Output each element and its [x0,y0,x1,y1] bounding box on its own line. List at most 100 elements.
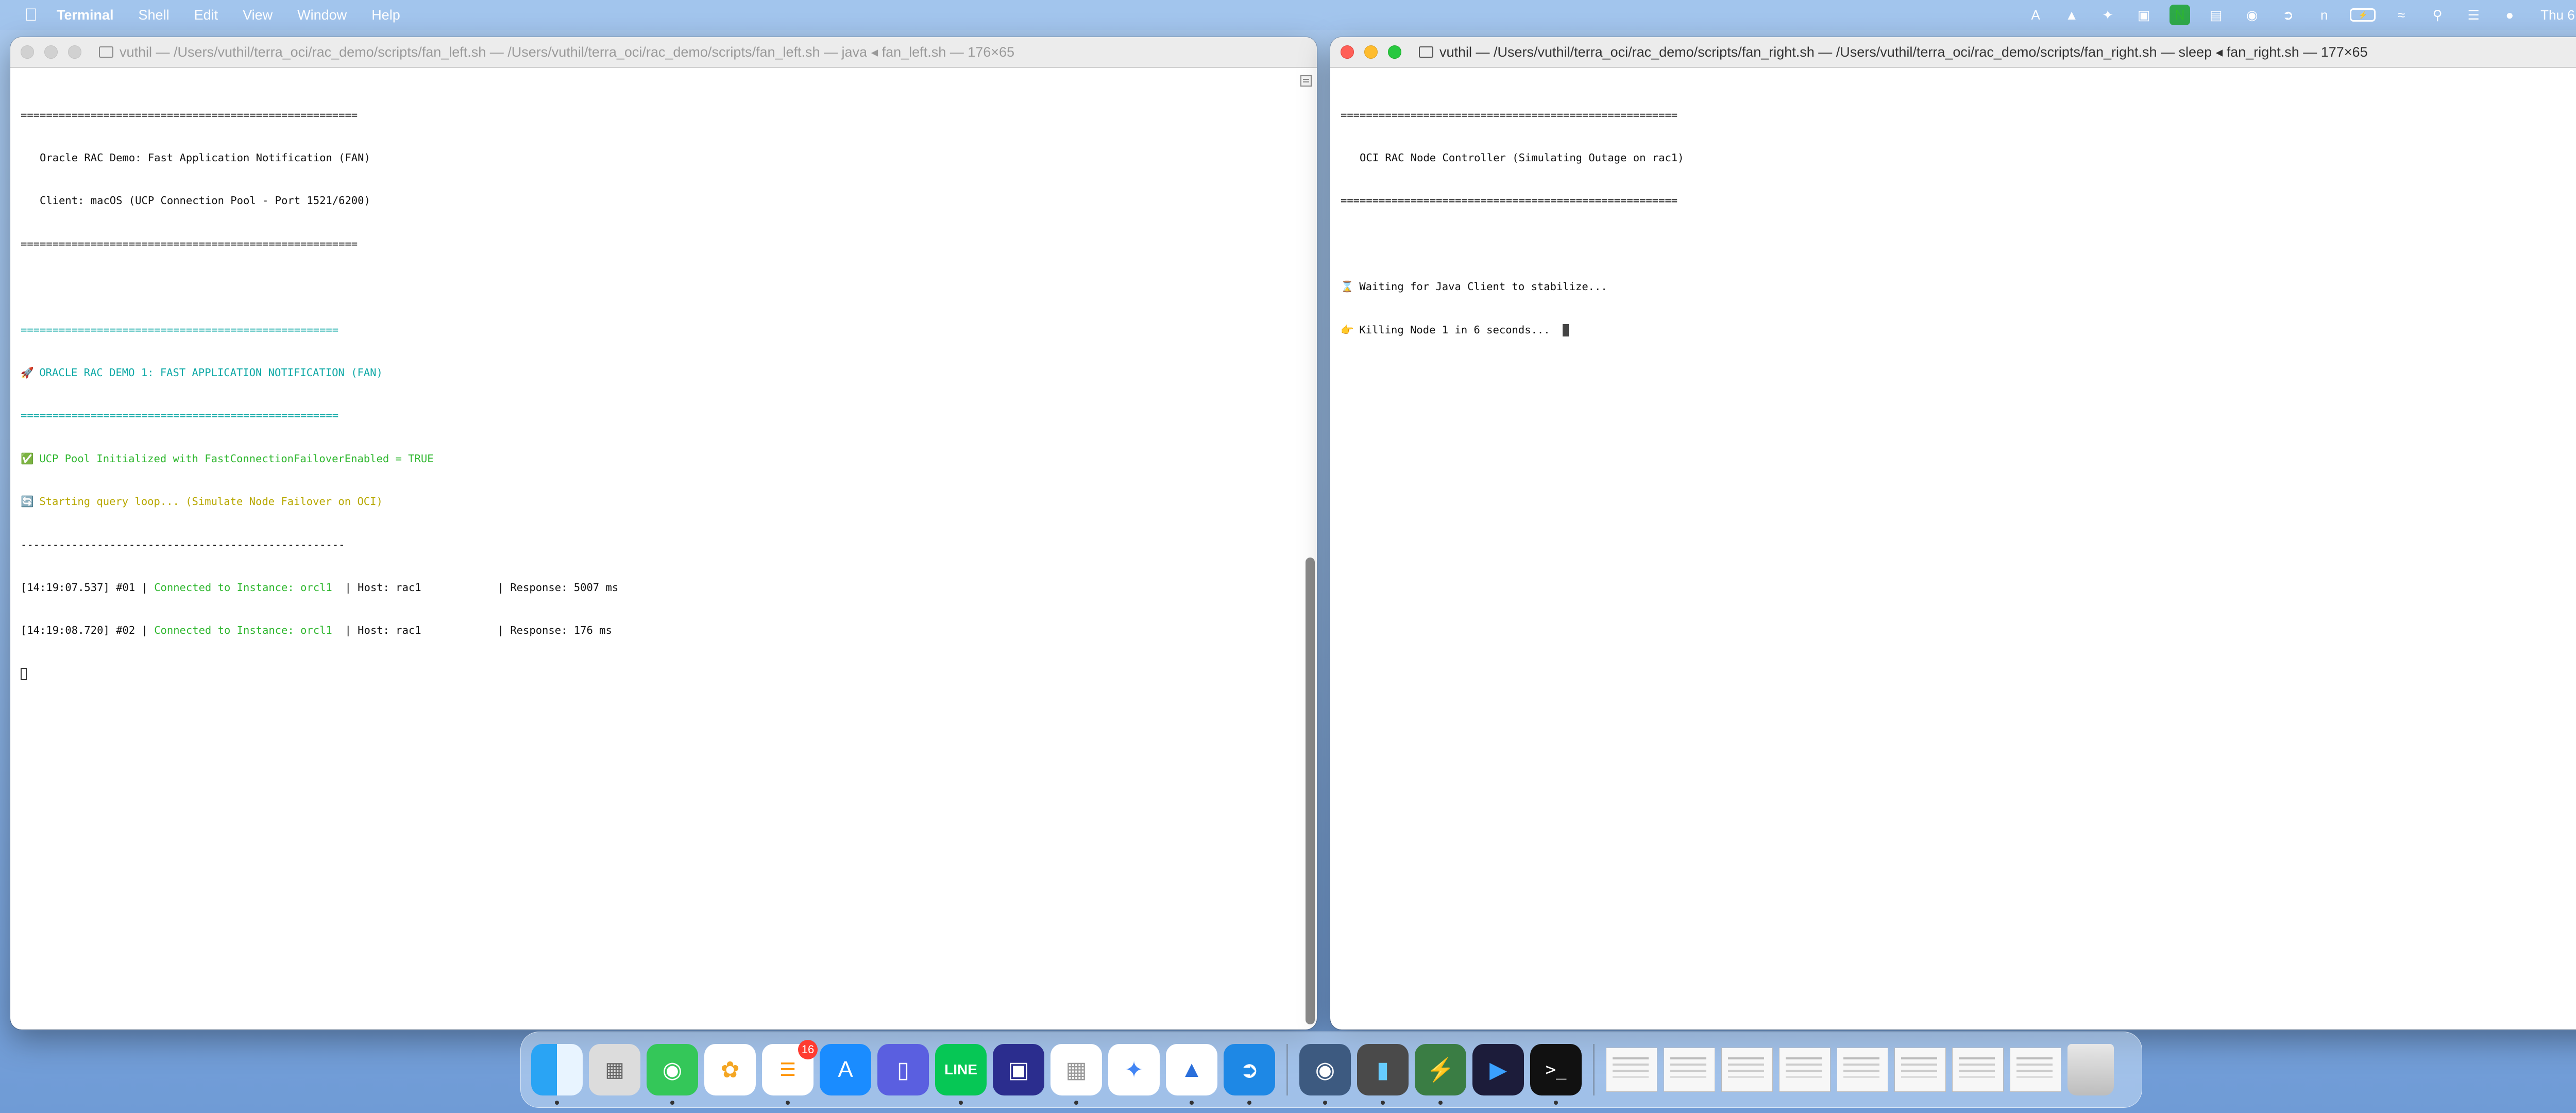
recent-document-thumbnail[interactable] [2010,1048,2061,1092]
window-controls [21,45,92,59]
drive-icon[interactable]: ▲ [2061,5,2082,25]
terminal-icon[interactable]: >_ [1530,1044,1582,1105]
output-line: ========================================… [21,237,358,250]
messages-icon[interactable]: ◉ [647,1044,698,1105]
running-indicator [1074,1101,1078,1105]
running-indicator [1247,1101,1251,1105]
log-prefix: [14:19:07.537] #01 | [21,581,155,594]
safari-icon[interactable]: ➲ [1224,1044,1275,1105]
search-icon[interactable]: ⚲ [2427,5,2448,25]
zoom-button[interactable] [68,45,81,59]
activity-monitor-icon[interactable]: ⚡ [1415,1044,1466,1105]
menubar-clock[interactable]: Thu 6 Aug 14:19 [2540,7,2576,23]
running-indicator [786,1101,790,1105]
check-mark-icon: ✅ [21,452,34,465]
app-n-icon[interactable]: N [2170,5,2191,25]
apple-icon[interactable]:  [21,5,41,25]
output-line: ✅ UCP Pool Initialized with FastConnecti… [21,452,1317,466]
wait-status: Waiting for Java Client to stabilize... [1359,280,1607,293]
output-line: ========================================… [21,323,339,336]
line-icon[interactable]: ◉ [2242,5,2262,25]
recent-document-thumbnail[interactable] [1721,1048,1773,1092]
siri-icon[interactable]: ● [2499,5,2520,25]
status-monitor-icon[interactable]: ▮ [1357,1044,1409,1105]
oracle-db-icon[interactable]: ◉ [1299,1044,1351,1105]
folder-icon [1419,46,1433,58]
rocket-icon: 🚀 [21,366,34,379]
battery-icon[interactable]: ⚡ [2350,8,2376,22]
trash-icon[interactable] [2067,1044,2114,1095]
media-app-icon[interactable]: ▶ [1472,1044,1524,1095]
text-input-icon[interactable]: A [2025,5,2046,25]
output-line: ========================================… [1341,194,1678,207]
window-titlebar[interactable]: vuthil — /Users/vuthil/terra_oci/rac_dem… [1330,37,2576,68]
sparkle-icon[interactable]: ✦ [2097,5,2118,25]
zoom-button[interactable] [1388,45,1401,59]
affinity-icon[interactable]: ▲ [1166,1044,1217,1105]
wifi-icon[interactable]: ≈ [2391,5,2412,25]
prompt-line [21,667,1317,681]
window-titlebar[interactable]: vuthil — /Users/vuthil/terra_oci/rac_dem… [10,37,1317,68]
menu-help[interactable]: Help [371,7,400,23]
minimize-button[interactable] [44,45,58,59]
terminal-window-right[interactable]: vuthil — /Users/vuthil/terra_oci/rac_dem… [1330,37,2576,1030]
output-line: [14:19:07.537] #01 | Connected to Instan… [21,581,1317,595]
minimize-button[interactable] [1364,45,1378,59]
pointing-hand-icon: 👉 [1341,323,1354,336]
control-center-icon[interactable]: ☰ [2463,5,2484,25]
recent-document-thumbnail[interactable] [1606,1048,1657,1092]
log-details: | Host: rac1 | Response: 5007 ms [332,581,619,594]
recent-document-thumbnail[interactable] [1894,1048,1946,1092]
terminal-output[interactable]: ========================================… [10,69,1317,1030]
close-button[interactable] [1341,45,1354,59]
output-line: 🚀 ORACLE RAC DEMO 1: FAST APPLICATION NO… [21,366,1317,380]
compass-icon[interactable]: ➲ [2278,5,2298,25]
menu-view[interactable]: View [243,7,273,23]
terminal-cursor [1563,324,1569,336]
split-pane-icon[interactable] [1300,75,1312,87]
running-indicator [1190,1101,1194,1105]
close-button[interactable] [21,45,34,59]
launchpad-icon[interactable]: ▦ [589,1044,640,1095]
recent-document-thumbnail[interactable] [1779,1048,1831,1092]
window-controls [1341,45,1412,59]
menu-shell[interactable]: Shell [139,7,170,23]
menu-bar:  Terminal Shell Edit View Window Help A… [0,0,2576,30]
dock-separator [1593,1044,1595,1095]
folder-icon [99,46,113,58]
recent-document-thumbnail[interactable] [1837,1048,1888,1092]
pool-status: UCP Pool Initialized with FastConnection… [39,452,434,465]
output-line: ========================================… [21,409,339,422]
output-line: 👉 Killing Node 1 in 6 seconds... [1341,323,2576,338]
output-line: Oracle RAC Demo: Fast Application Notifi… [21,151,370,164]
gemini-icon[interactable]: ✦ [1108,1044,1160,1095]
finder-icon[interactable] [531,1044,583,1105]
menu-edit[interactable]: Edit [194,7,218,23]
screen-share-icon[interactable]: ▣ [2133,5,2154,25]
screen-capture-icon[interactable]: ▣ [993,1044,1044,1095]
line-app-icon[interactable]: LINE [935,1044,987,1105]
running-indicator [1381,1101,1385,1105]
log-details: | Host: rac1 | Response: 176 ms [332,624,612,637]
app-store-icon[interactable]: A [820,1044,871,1095]
photos-icon[interactable]: ✿ [704,1044,756,1095]
app-n-outline-icon[interactable]: n [2314,5,2334,25]
terminal-window-left[interactable]: vuthil — /Users/vuthil/terra_oci/rac_dem… [10,37,1317,1030]
numbers-icon[interactable]: ▦ [1050,1044,1102,1105]
menu-app-terminal[interactable]: Terminal [57,7,114,23]
terminal-output[interactable]: ========================================… [1330,69,2576,1030]
menu-window[interactable]: Window [297,7,347,23]
log-prefix: [14:19:08.720] #02 | [21,624,155,637]
demo-heading: ORACLE RAC DEMO 1: FAST APPLICATION NOTI… [39,366,383,379]
status-area: A ▲ ✦ ▣ N ▤ ◉ ➲ n ⚡ ≈ ⚲ ☰ ● Thu 6 Aug 14… [2010,5,2576,25]
recent-document-thumbnail[interactable] [1664,1048,1715,1092]
reminders-icon[interactable]: ☰ 16 [762,1040,818,1105]
scrollbar[interactable] [1306,558,1315,1024]
output-line: ========================================… [1341,108,1678,121]
iphone-mirroring-icon[interactable]: ▯ [877,1044,929,1095]
running-indicator [959,1101,963,1105]
card-icon[interactable]: ▤ [2206,5,2226,25]
recent-document-thumbnail[interactable] [1952,1048,2004,1092]
